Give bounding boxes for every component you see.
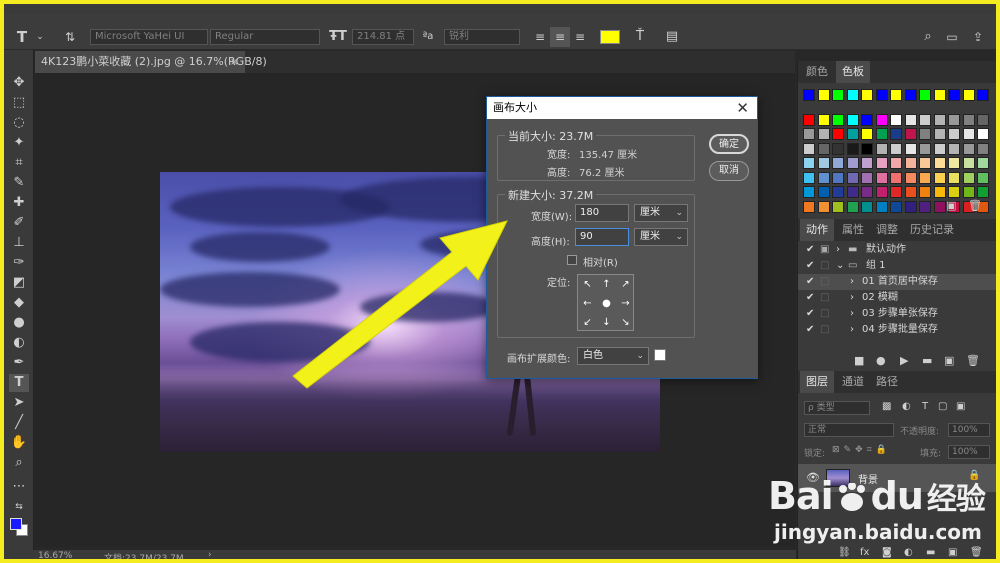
watermark-brand: Bai du 经验 xyxy=(768,474,986,518)
watermark-cn-text: 经验 xyxy=(926,482,986,517)
watermark-url: jingyan.baidu.com xyxy=(774,520,982,544)
screenshot-frame: T ⌄ ⇅ Microsoft YaHei UI Regular ŦT 214.… xyxy=(0,0,1000,563)
watermark-du-text: du xyxy=(870,474,924,518)
watermark-brand-text: Bai xyxy=(768,474,834,518)
arrow-icon xyxy=(292,220,508,389)
paw-logo-icon xyxy=(835,478,869,511)
